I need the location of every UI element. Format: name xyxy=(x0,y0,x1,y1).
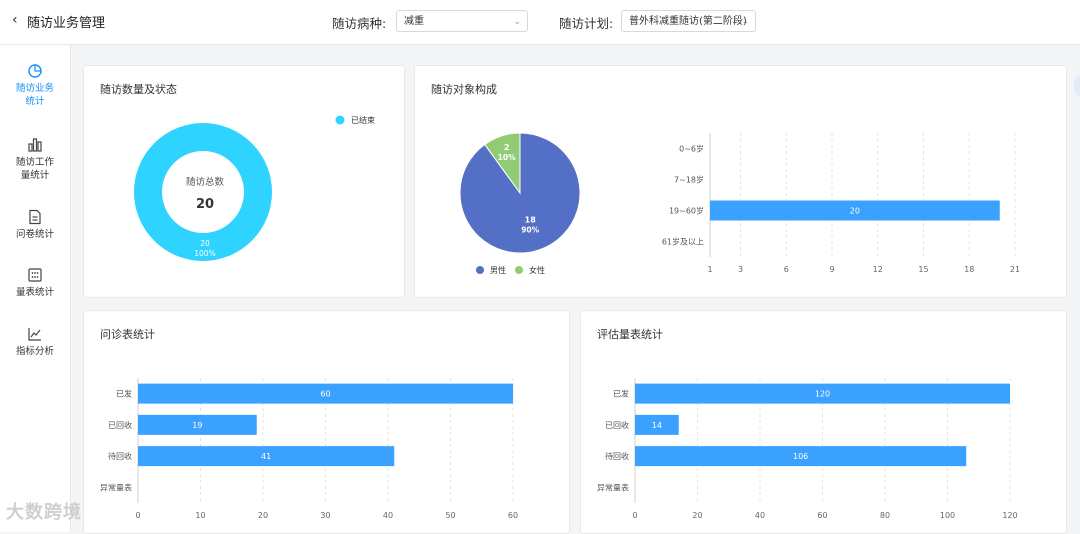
y-tick-label: 待回收 xyxy=(605,451,629,461)
legend-label-ended[interactable]: 已结束 xyxy=(351,115,375,125)
bar-value-label: 41 xyxy=(261,452,271,461)
legend-marker-female xyxy=(515,266,523,274)
header-bar: ‹ 随访业务管理 随访病种: 减重 ⌄ 随访计划: 普外科减重随访(第二阶段) … xyxy=(0,0,1080,45)
donut-center-value: 20 xyxy=(196,197,214,212)
donut-slice-value-label: 20 xyxy=(200,239,210,248)
x-tick-label: 40 xyxy=(383,511,393,520)
x-tick-label: 60 xyxy=(508,511,518,520)
bar-value-label: 20 xyxy=(850,207,860,216)
chevron-down-icon: ⌄ xyxy=(513,17,521,27)
y-tick-label: 0~6岁 xyxy=(679,144,704,154)
x-tick-label: 15 xyxy=(918,265,928,274)
x-tick-label: 12 xyxy=(873,265,883,274)
x-tick-label: 40 xyxy=(755,511,765,520)
sidebar-item-questionnaire-stats[interactable]: 问卷统计 xyxy=(0,209,70,241)
y-tick-label: 待回收 xyxy=(108,451,132,461)
plan-select-value: 普外科减重随访(第二阶段) xyxy=(629,16,747,27)
sidebar-item-workload-stats[interactable]: 随访工作 量统计 xyxy=(0,137,70,182)
sidebar-item-label: 问卷统计 xyxy=(15,229,54,240)
chevron-left-icon[interactable]: ‹ xyxy=(12,12,18,28)
assessment-card: 评估量表统计 0 20 40 60 80 100 120 已发 120 已回收 14 待回收 106 异常… xyxy=(580,310,1067,534)
sidebar-item-label: 随访业务 xyxy=(15,83,54,94)
x-tick-label: 1 xyxy=(707,265,712,274)
plan-label: 随访计划: xyxy=(559,16,614,31)
bar-value-label: 19 xyxy=(192,421,202,430)
legend-marker-ended xyxy=(335,115,345,125)
donut-chart: 随访总数 20 20 100% 已结束 xyxy=(134,115,375,261)
x-tick-label: 10 xyxy=(195,511,205,520)
donut-slice-ended[interactable] xyxy=(134,123,272,261)
x-tick-label: 50 xyxy=(445,511,455,520)
x-tick-label: 0 xyxy=(135,511,140,520)
sidebar-item-label: 随访工作 xyxy=(15,157,54,168)
y-tick-label: 已发 xyxy=(613,389,629,399)
x-tick-label: 3 xyxy=(738,265,743,274)
watermark-text: 大数跨境 xyxy=(6,502,82,523)
sidebar-item-indicator-analysis[interactable]: 指标分析 xyxy=(0,326,70,358)
legend-label-female[interactable]: 女性 xyxy=(529,265,545,275)
bar-chart-icon xyxy=(28,138,42,152)
bar-value-label: 120 xyxy=(815,390,830,399)
sidebar-item-label: 量表统计 xyxy=(15,287,54,298)
x-tick-label: 100 xyxy=(940,511,955,520)
pie-slice-percent-label: 90% xyxy=(521,225,539,234)
scroll-handle[interactable] xyxy=(1074,76,1080,96)
bar-value-label: 14 xyxy=(652,421,662,430)
inquiry-bar-chart: 0 10 20 30 40 50 60 已发 60 已回收 19 待回收 41 异常量表 xyxy=(100,378,518,520)
y-tick-label: 已回收 xyxy=(605,420,629,430)
plan-select[interactable]: 普外科减重随访(第二阶段) ⌄ xyxy=(621,10,756,32)
x-tick-label: 60 xyxy=(817,511,827,520)
x-tick-label: 9 xyxy=(829,265,834,274)
subjects-charts: 1890%210% 1 3 6 9 12 15 18 210~6岁7~18岁19~60岁 206… xyxy=(459,132,1020,275)
x-tick-label: 120 xyxy=(1002,511,1017,520)
followup-subjects-card: 随访对象构成 18 90% 2 10% 1 3 6 9 12 15 18 21 0~6岁 7~18岁 19… xyxy=(414,65,1067,298)
disease-select-value: 减重 xyxy=(404,16,424,27)
disease-select[interactable]: 减重 ⌄ xyxy=(396,10,528,32)
pie-slice-value-label: 18 xyxy=(525,215,537,224)
chevron-down-icon: ⌄ xyxy=(741,17,749,27)
legend-marker-male xyxy=(476,266,484,274)
pie-slice-percent-label: 10% xyxy=(498,153,516,162)
x-tick-label: 6 xyxy=(784,265,789,274)
disease-label: 随访病种: xyxy=(332,16,387,31)
x-tick-label: 0 xyxy=(632,511,637,520)
donut-center-label: 随访总数 xyxy=(186,176,225,188)
y-tick-label: 异常量表 xyxy=(597,482,629,492)
page-title: 随访业务管理 xyxy=(27,16,106,31)
sidebar-item-label: 统计 xyxy=(25,96,45,107)
followup-status-card: 随访数量及状态 随访总数 20 20 100% 已结束 xyxy=(83,65,405,298)
y-tick-label: 异常量表 xyxy=(100,482,132,492)
assessment-bar-chart: 0 20 40 60 80 100 120 已发 120 已回收 14 待回收 106 异常量表 xyxy=(597,378,1018,520)
pie-slice-value-label: 2 xyxy=(504,143,510,152)
document-icon xyxy=(29,209,41,225)
y-tick-label: 19~60岁 xyxy=(669,206,704,216)
bar-value-label: 60 xyxy=(320,390,330,399)
x-tick-label: 20 xyxy=(258,511,268,520)
x-tick-label: 18 xyxy=(964,265,974,274)
y-tick-label: 7~18岁 xyxy=(674,175,704,185)
legend-label-male[interactable]: 男性 xyxy=(490,265,506,275)
line-chart-icon xyxy=(28,328,41,341)
pie-chart-icon xyxy=(28,64,42,78)
sidebar-item-label: 指标分析 xyxy=(15,346,54,357)
calculator-icon xyxy=(28,268,42,282)
donut-slice-percent-label: 100% xyxy=(194,249,215,258)
x-tick-label: 21 xyxy=(1010,265,1020,274)
bar-value-label: 106 xyxy=(793,452,808,461)
x-tick-label: 80 xyxy=(880,511,890,520)
x-tick-label: 20 xyxy=(692,511,702,520)
x-tick-label: 30 xyxy=(320,511,330,520)
sidebar-item-label: 量统计 xyxy=(20,170,50,181)
sidebar-item-scale-stats[interactable]: 量表统计 xyxy=(0,267,70,299)
sidebar-item-followup-stats[interactable]: 随访业务 统计 xyxy=(0,63,70,108)
y-tick-label: 已发 xyxy=(116,389,132,399)
y-tick-label: 61岁及以上 xyxy=(662,237,704,247)
sidebar: 随访业务 统计 随访工作 量统计 问卷统计 量表统计 指标分析 xyxy=(0,45,71,532)
y-tick-label: 已回收 xyxy=(108,420,132,430)
inquiry-card: 问诊表统计 0 10 20 30 40 50 60 已发 60 已回收 19 待回收 41 异常量表 xyxy=(83,310,570,534)
